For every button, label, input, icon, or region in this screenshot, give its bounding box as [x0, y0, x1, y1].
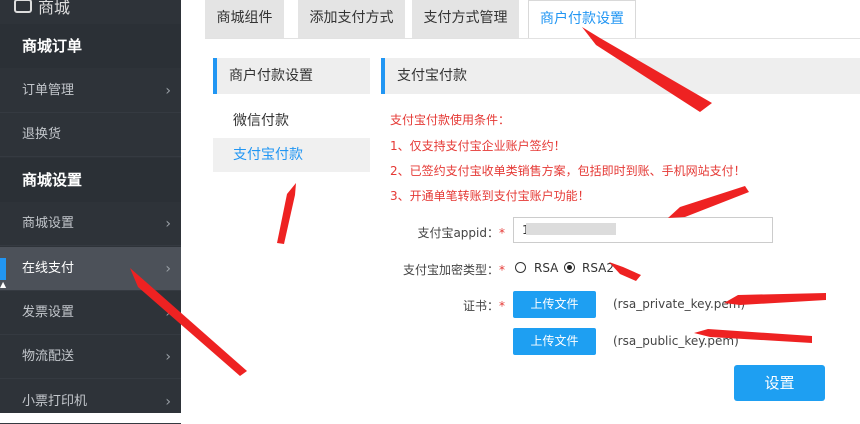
- sidebar-item-label: 在线支付: [22, 261, 75, 276]
- redacted-value: [526, 223, 616, 235]
- sidebar: 商城 商城订单 订单管理 › 退换货 商城设置 商城设置 › ▲ 在线支付 › …: [0, 0, 181, 424]
- radio-rsa-label: RSA: [534, 261, 559, 275]
- radio-rsa[interactable]: [515, 262, 526, 273]
- upload-public-key-button[interactable]: 上传文件: [513, 328, 596, 355]
- shop-icon: [14, 0, 32, 13]
- sidebar-item-label: 小票打印机: [22, 394, 88, 409]
- condition-3: 3、开通单笔转账到支付宝账户功能！: [390, 189, 590, 203]
- chevron-right-icon: ›: [165, 83, 171, 99]
- submenu-item-alipay[interactable]: 支付宝付款: [213, 138, 370, 172]
- tab-add-payment[interactable]: 添加支付方式: [298, 0, 406, 38]
- section-settings: 商城设置: [0, 158, 181, 202]
- logo-label: 商城: [38, 0, 71, 17]
- sidebar-item-returns[interactable]: 退换货: [0, 113, 181, 157]
- sidebar-item-label: 商城设置: [22, 216, 75, 231]
- sidebar-item-label: 订单管理: [22, 83, 75, 98]
- chevron-right-icon: ›: [165, 305, 171, 321]
- private-key-filename: (rsa_private_key.pem): [613, 297, 746, 311]
- panel-title: 支付宝付款: [381, 58, 860, 94]
- chevron-right-icon: ›: [165, 261, 171, 277]
- encrypt-label: 支付宝加密类型：*: [402, 263, 505, 277]
- chevron-right-icon: ›: [165, 394, 171, 410]
- sidebar-item-printer[interactable]: 小票打印机 ›: [0, 380, 181, 424]
- sidebar-item-shop-settings[interactable]: 商城设置 ›: [0, 202, 181, 246]
- sidebar-logo[interactable]: 商城: [14, 0, 70, 18]
- save-button[interactable]: 设置: [734, 365, 825, 401]
- tab-shop-components[interactable]: 商城组件: [205, 0, 285, 38]
- condition-1: 1、仅支持支付宝企业账户签约！: [390, 139, 566, 153]
- tab-bar: 商城组件 添加支付方式 支付方式管理 商户付款设置: [205, 0, 860, 38]
- sidebar-item-logistics[interactable]: 物流配送 ›: [0, 335, 181, 379]
- chevron-right-icon: ›: [165, 349, 171, 365]
- upload-private-key-button[interactable]: 上传文件: [513, 291, 596, 318]
- public-key-filename: (rsa_public_key.pem): [613, 334, 739, 348]
- sidebar-item-online-pay[interactable]: ▲ 在线支付 ›: [0, 247, 181, 291]
- gutter: [181, 0, 205, 413]
- submenu-item-wechat[interactable]: 微信付款: [213, 104, 370, 138]
- submenu-title: 商户付款设置: [213, 58, 370, 94]
- radio-rsa2-label: RSA2: [582, 261, 615, 275]
- condition-2: 2、已签约支付宝收单类销售方案，包括即时到账、手机网站支付！: [390, 164, 746, 178]
- tab-merchant-pay-settings[interactable]: 商户付款设置: [528, 0, 636, 38]
- cert-label: 证书：*: [462, 299, 505, 313]
- sidebar-item-label: 退换货: [22, 127, 62, 142]
- chevron-right-icon: ›: [165, 216, 171, 232]
- sidebar-item-label: 发票设置: [22, 305, 75, 320]
- section-orders: 商城订单: [0, 24, 181, 68]
- sidebar-item-order-manage[interactable]: 订单管理 ›: [0, 69, 181, 113]
- sidebar-item-invoice[interactable]: 发票设置 ›: [0, 291, 181, 335]
- conditions-heading: 支付宝付款使用条件：: [390, 113, 511, 127]
- active-marker: ▲: [0, 258, 6, 289]
- radio-rsa2[interactable]: [564, 262, 575, 273]
- tab-payment-manage[interactable]: 支付方式管理: [412, 0, 520, 38]
- appid-label: 支付宝appid：*: [417, 226, 505, 240]
- sidebar-item-label: 物流配送: [22, 349, 75, 364]
